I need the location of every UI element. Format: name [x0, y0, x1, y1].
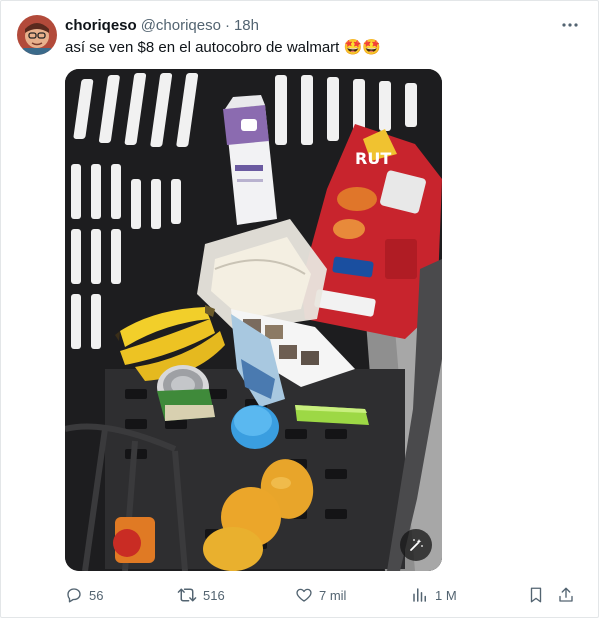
reply-count: 56	[89, 587, 104, 603]
magic-wand-icon	[410, 539, 423, 551]
like-button[interactable]: 7 mil	[295, 584, 346, 606]
tweet-actions: 56 516 7 mil 1 M	[65, 584, 585, 606]
tweet-header: choriqeso @choriqeso · 18h	[65, 15, 259, 35]
like-count: 7 mil	[319, 587, 347, 603]
reply-button[interactable]: 56	[65, 584, 103, 606]
share-button[interactable]	[557, 584, 575, 606]
avatar[interactable]	[17, 15, 57, 55]
bookmark-button[interactable]	[527, 584, 545, 606]
share-icon	[559, 587, 573, 602]
views-count: 1 M	[435, 587, 457, 603]
timestamp[interactable]: 18h	[234, 17, 259, 34]
magic-edit-button[interactable]	[400, 529, 432, 561]
more-icon	[562, 23, 578, 27]
tweet-text: así se ven $8 en el autocobro de walmart…	[65, 39, 381, 56]
svg-text:RUT: RUT	[355, 149, 391, 168]
more-options-button[interactable]	[560, 15, 580, 35]
tweet-photo[interactable]: RUT	[65, 69, 442, 571]
heart-icon	[296, 588, 312, 602]
views-button[interactable]: 1 M	[411, 584, 457, 606]
repost-button[interactable]: 516	[177, 584, 225, 606]
tweet-card[interactable]: choriqeso @choriqeso · 18h así se ven $8…	[0, 0, 599, 618]
display-name[interactable]: choriqeso	[65, 17, 137, 34]
bookmark-icon	[530, 587, 542, 603]
views-bar-chart-icon	[413, 588, 426, 602]
user-handle[interactable]: @choriqeso	[141, 17, 221, 34]
repost-icon	[177, 588, 197, 602]
repost-count: 516	[203, 587, 225, 603]
shopping-cart-photo: RUT	[65, 69, 442, 571]
separator-dot: ·	[224, 16, 230, 34]
reply-icon	[67, 588, 81, 603]
